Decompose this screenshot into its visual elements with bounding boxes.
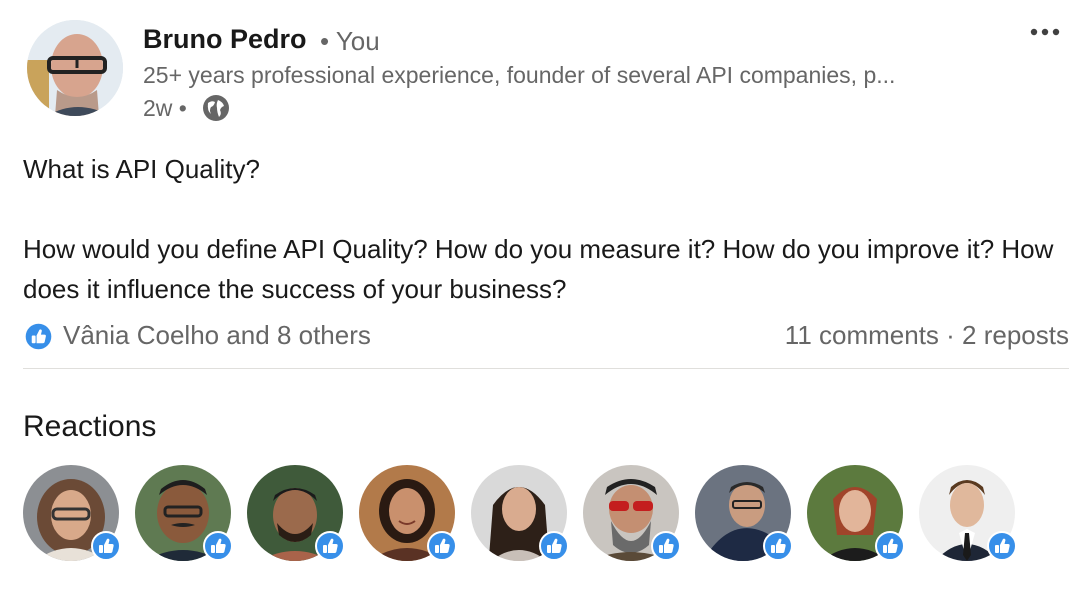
author-avatar[interactable] [27,20,123,116]
reactor-avatar[interactable] [583,465,681,561]
like-badge-icon [203,531,233,561]
reactors-summary[interactable]: Vânia Coelho and 8 others [63,320,371,351]
post-text-line: What is API Quality? [23,154,260,184]
reactor-avatar[interactable] [807,465,905,561]
engagement-counts: 11 comments · 2 reposts [785,320,1069,351]
like-badge-icon [539,531,569,561]
like-badge-icon [875,531,905,561]
divider [23,368,1069,369]
post-time: 2w • [143,95,187,121]
post-text: What is API Quality? How would you defin… [23,149,1073,309]
author-name[interactable]: Bruno Pedro [143,24,307,55]
comments-count[interactable]: 11 comments [785,320,939,350]
like-badge-icon [427,531,457,561]
reactor-avatar[interactable] [359,465,457,561]
reactions-title: Reactions [23,410,157,443]
post-text-line: How would you define API Quality? How do… [23,234,1054,304]
reactor-avatar[interactable] [695,465,793,561]
like-reaction-icon [24,322,53,351]
reactor-avatar[interactable] [471,465,569,561]
author-relation: • You [320,26,380,56]
like-badge-icon [651,531,681,561]
like-badge-icon [987,531,1017,561]
like-badge-icon [315,531,345,561]
reactor-avatar[interactable] [23,465,121,561]
like-badge-icon [91,531,121,561]
reactor-avatar[interactable] [919,465,1017,561]
more-options-icon[interactable] [1028,24,1062,40]
reactor-avatar[interactable] [135,465,233,561]
globe-icon [202,94,230,122]
author-headline: 25+ years professional experience, found… [143,62,896,88]
like-badge-icon [763,531,793,561]
reactor-avatar[interactable] [247,465,345,561]
counts-separator: · [938,320,963,350]
reposts-count[interactable]: 2 reposts [962,320,1069,350]
